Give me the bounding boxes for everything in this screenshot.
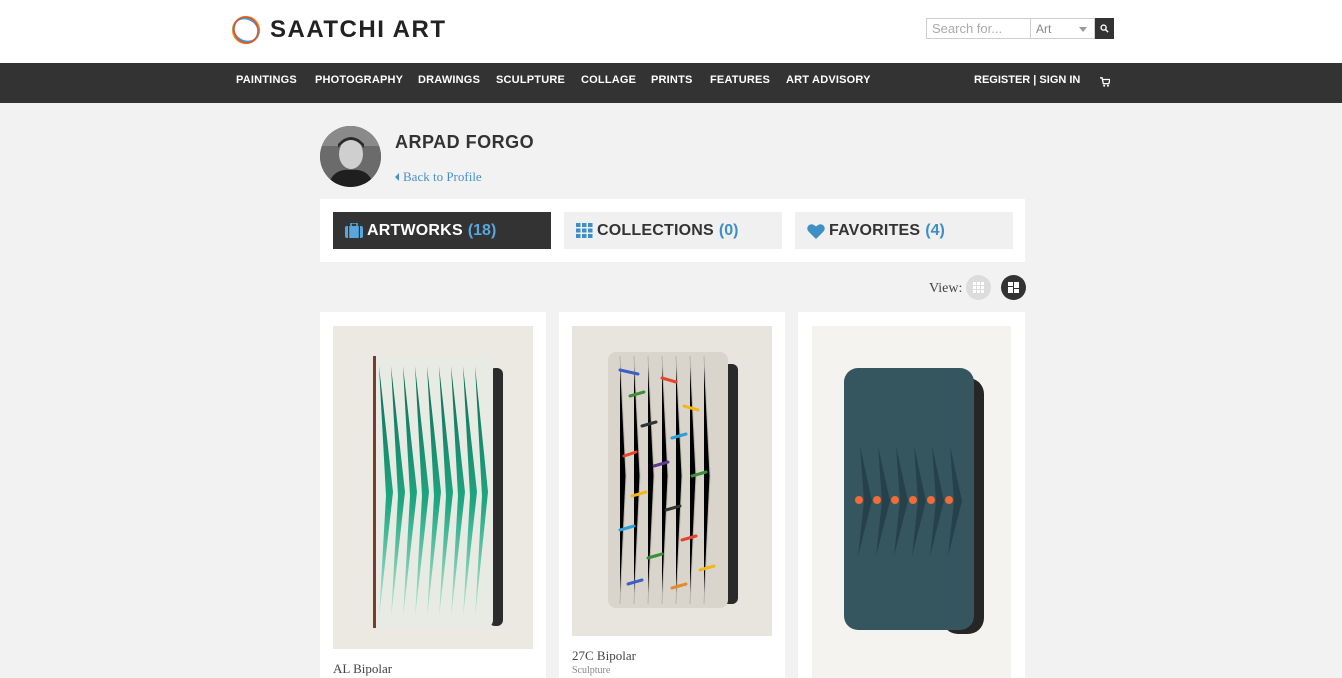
- search-icon: [1100, 24, 1109, 33]
- artwork-title[interactable]: AL Bipolar: [333, 661, 392, 677]
- view-label: View:: [929, 281, 963, 296]
- caret-left-icon: [395, 173, 399, 181]
- main-nav: PAINTINGS PHOTOGRAPHY DRAWINGS SCULPTURE…: [0, 63, 1342, 103]
- nav-photography[interactable]: PHOTOGRAPHY: [315, 73, 403, 87]
- tab-artworks-label: ARTWORKS: [367, 221, 463, 239]
- artwork-card[interactable]: [798, 312, 1025, 678]
- search-button[interactable]: [1095, 18, 1114, 39]
- nav-prints[interactable]: PRINTS: [651, 73, 693, 87]
- logo-rings-icon: [231, 15, 261, 45]
- masonry-view-button[interactable]: [1001, 275, 1026, 300]
- search-bar: Art: [926, 18, 1114, 39]
- artwork-category: Sculpture: [572, 665, 611, 676]
- logo-text: SAATCHI ART: [270, 16, 447, 43]
- nav-collage[interactable]: COLLAGE: [581, 73, 636, 87]
- chevron-down-icon: [1079, 27, 1087, 32]
- tab-collections-count: (0): [718, 221, 739, 239]
- tab-artworks-count: (18): [467, 221, 497, 239]
- nav-paintings[interactable]: PAINTINGS: [236, 73, 297, 87]
- grid-view-icon: [973, 282, 984, 293]
- artist-name: ARPAD FORGO: [395, 132, 535, 152]
- artwork-image[interactable]: [572, 326, 772, 636]
- grid-view-button[interactable]: [966, 275, 991, 300]
- artwork-untitled-teal-image: [844, 368, 984, 634]
- cart-button[interactable]: [1100, 74, 1111, 92]
- cart-icon: [1100, 77, 1111, 87]
- back-to-profile-label: Back to Profile: [403, 169, 482, 184]
- artwork-card[interactable]: 27C Bipolar Sculpture: [559, 312, 785, 678]
- heart-icon: [807, 223, 825, 239]
- search-input[interactable]: [926, 18, 1031, 39]
- tab-collections-label: COLLECTIONS: [597, 221, 714, 239]
- register-signin-link[interactable]: REGISTER | SIGN IN: [974, 73, 1080, 87]
- artwork-image[interactable]: [812, 326, 1011, 678]
- nav-sculpture[interactable]: SCULPTURE: [496, 73, 565, 87]
- tab-favorites-count: (4): [925, 221, 945, 239]
- artwork-card[interactable]: AL Bipolar: [320, 312, 546, 678]
- tab-favorites-label: FAVORITES: [829, 221, 921, 239]
- artwork-title[interactable]: 27C Bipolar: [572, 648, 636, 664]
- tab-artworks[interactable]: ARTWORKS (18): [333, 212, 551, 249]
- collection-tabs: ARTWORKS (18) COLLECTIONS (0) FAVORITES …: [320, 199, 1025, 262]
- avatar-photo: [320, 126, 381, 187]
- tab-favorites[interactable]: FAVORITES (4): [795, 212, 1013, 249]
- nav-art-advisory[interactable]: ART ADVISORY: [786, 73, 871, 87]
- masonry-view-icon: [1008, 282, 1019, 293]
- nav-features[interactable]: FEATURES: [710, 73, 770, 87]
- artwork-image[interactable]: [333, 326, 533, 649]
- back-to-profile-link[interactable]: Back to Profile: [395, 169, 482, 185]
- saatchi-logo[interactable]: SAATCHI ART: [230, 14, 446, 46]
- search-category-select[interactable]: Art: [1031, 18, 1095, 39]
- grid-icon: [576, 223, 593, 238]
- briefcase-icon: [345, 223, 363, 238]
- artwork-27c-bipolar-image: [608, 352, 738, 608]
- search-category-value: Art: [1036, 22, 1052, 36]
- artwork-al-bipolar-image: [373, 356, 503, 628]
- tab-collections[interactable]: COLLECTIONS (0): [564, 212, 782, 249]
- nav-drawings[interactable]: DRAWINGS: [418, 73, 480, 87]
- site-header: SAATCHI ART Art: [0, 0, 1342, 63]
- artist-avatar[interactable]: [320, 126, 381, 187]
